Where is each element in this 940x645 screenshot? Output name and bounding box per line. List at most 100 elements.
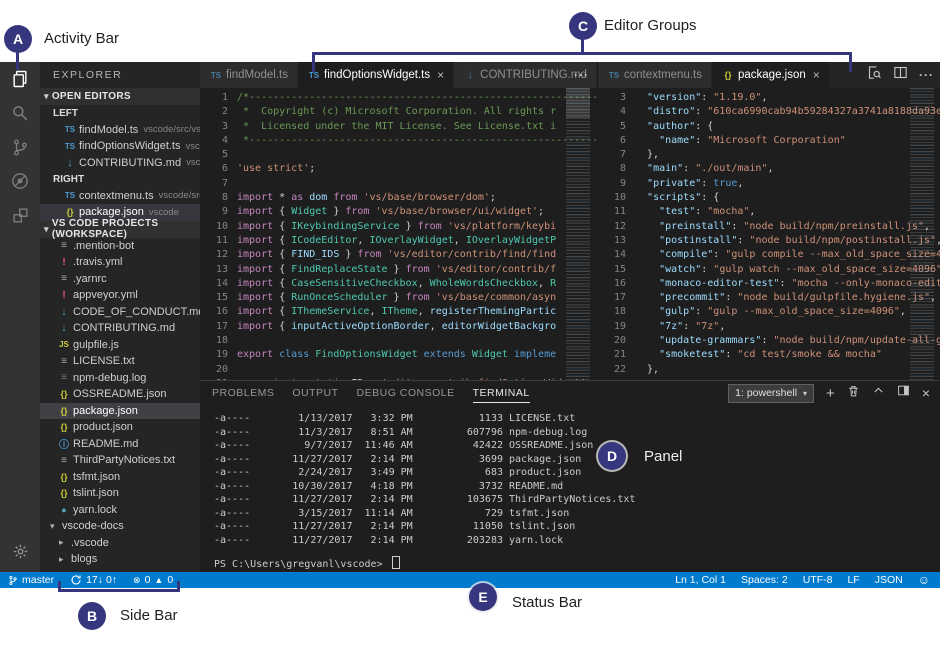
code-line: 22 }, (598, 363, 940, 377)
close-icon[interactable]: × (437, 68, 444, 82)
code-line: 11import { ICodeEditor, IOverlayWidget, … (200, 234, 597, 248)
tree-item[interactable]: !appveyor.yml (40, 287, 200, 304)
code-line: 16 "monaco-editor-test": "mocha --only-m… (598, 277, 940, 291)
editor-tab-package.json[interactable]: {}package.json× (712, 62, 830, 88)
status-item[interactable]: LF (847, 574, 859, 586)
workspace-header[interactable]: ▾ VS CODE PROJECTS (WORKSPACE) (40, 221, 200, 238)
close-icon[interactable]: × (813, 68, 820, 82)
tree-item[interactable]: ≡npm-debug.log (40, 370, 200, 387)
code-line: 9 "private": true, (598, 177, 940, 191)
tree-item[interactable]: {}OSSREADME.json (40, 386, 200, 403)
status-item[interactable]: JSON (875, 574, 903, 586)
chevron-right-icon: ▸ (59, 554, 70, 565)
minimap-slider[interactable] (566, 88, 590, 118)
new-terminal-icon[interactable]: + (826, 386, 835, 401)
tree-item[interactable]: ▸.vscode (40, 535, 200, 552)
tree-item[interactable]: ≡LICENSE.txt (40, 353, 200, 370)
annotation-c-stem (581, 39, 584, 53)
extensions-icon[interactable] (0, 198, 40, 232)
status-bar: master 17↓ 0↑ ⊗ 0 ▲ 0 Ln 1, Col 1 Spaces:… (0, 572, 940, 588)
explorer-icon[interactable] (0, 62, 40, 96)
editor-tab-findOptionsWidget.ts[interactable]: TSfindOptionsWidget.ts× (298, 62, 454, 88)
status-item[interactable]: UTF-8 (803, 574, 833, 586)
open-editor-item[interactable]: TSfindOptionsWidget.tsvsco... (40, 138, 200, 155)
tree-item[interactable]: ↓CODE_OF_CONDUCT.md (40, 304, 200, 321)
problems-indicator[interactable]: ⊗ 0 ▲ 0 (133, 574, 173, 586)
more-actions-icon[interactable]: ··· (919, 68, 934, 82)
settings-gear-icon[interactable] (0, 543, 40, 560)
ts-file-icon: TS (607, 71, 621, 80)
tree-item[interactable]: {}package.json (40, 403, 200, 420)
status-item[interactable]: Spaces: 2 (741, 574, 788, 586)
code-line: 6 "name": "Microsoft Corporation" (598, 134, 940, 148)
maximize-panel-chevron-icon[interactable] (872, 384, 885, 402)
sync-icon (70, 574, 82, 586)
tree-item[interactable]: ↓CONTRIBUTING.md (40, 320, 200, 337)
tree-item[interactable]: ▸blogs (40, 551, 200, 568)
tree-item[interactable]: {}tslint.json (40, 485, 200, 502)
bang-file-icon: ! (56, 257, 72, 268)
source-control-icon[interactable] (0, 130, 40, 164)
ts-file-icon: TS (62, 125, 78, 134)
open-editor-item[interactable]: ↓CONTRIBUTING.mdvscode (40, 155, 200, 172)
code-line: 3 "version": "1.19.0", (598, 91, 940, 105)
status-item[interactable]: Ln 1, Col 1 (675, 574, 726, 586)
json-file-icon: {} (56, 389, 72, 399)
kill-terminal-trash-icon[interactable] (847, 384, 860, 403)
editor-tab-contextmenu.ts[interactable]: TScontextmenu.ts (598, 62, 712, 88)
code-line: 17 "precommit": "node build/gulpfile.hyg… (598, 291, 940, 305)
annotation-e-label: Status Bar (512, 594, 582, 611)
panel: PROBLEMS OUTPUT DEBUG CONSOLE TERMINAL 1: p… (200, 380, 940, 572)
tree-item[interactable]: JSgulpfile.js (40, 337, 200, 354)
open-preview-icon[interactable] (867, 65, 882, 85)
ts-file-icon: TS (62, 191, 78, 200)
close-panel-icon[interactable]: × (922, 386, 930, 400)
panel-layout-icon[interactable] (897, 384, 910, 402)
annotation-c-bracket (312, 52, 852, 55)
editor-left[interactable]: 1/*-------------------------------------… (200, 88, 597, 383)
tree-item[interactable]: ⓘREADME.md (40, 436, 200, 453)
editor-and-panel-area: TSfindModel.tsTSfindOptionsWidget.ts×↓CO… (200, 62, 940, 572)
code-line: 13import { FindReplaceState } from 'vs/e… (200, 263, 597, 277)
search-icon[interactable] (0, 96, 40, 130)
split-editor-icon[interactable] (893, 65, 908, 85)
minimap[interactable] (910, 88, 934, 383)
code-line: 20 "update-grammars": "node build/npm/up… (598, 334, 940, 348)
tree-item[interactable]: ▾vscode-docs (40, 518, 200, 535)
minimap[interactable] (566, 88, 590, 383)
code-line: 19 "7z": "7z", (598, 320, 940, 334)
code-line: 12import { FIND_IDS } from 'vs/editor/co… (200, 248, 597, 262)
tree-item[interactable]: {}tsfmt.json (40, 469, 200, 486)
more-actions-icon[interactable]: ··· (574, 62, 589, 88)
panel-tab-output[interactable]: OUTPUT (292, 384, 338, 403)
tree-item[interactable]: !.travis.yml (40, 254, 200, 271)
tree-item[interactable]: ≡.yarnrc (40, 271, 200, 288)
terminal[interactable]: -a---- 1/13/2017 3:32 PM 1133 LICENSE.tx… (200, 405, 940, 572)
tree-item[interactable]: ●yarn.lock (40, 502, 200, 519)
panel-tab-problems[interactable]: PROBLEMS (212, 384, 274, 403)
terminal-picker[interactable]: 1: powershell ▾ (728, 384, 814, 403)
open-editors-list: LEFTTSfindModel.tsvscode/src/vs/...TSfin… (40, 105, 200, 221)
code-line: 17import { inputActiveOptionBorder, edit… (200, 320, 597, 334)
error-icon: ⊗ (133, 575, 141, 586)
open-editor-item[interactable]: TScontextmenu.tsvscode/src/... (40, 188, 200, 205)
debug-icon[interactable] (0, 164, 40, 198)
open-editor-item[interactable]: TSfindModel.tsvscode/src/vs/... (40, 122, 200, 139)
sync-indicator[interactable]: 17↓ 0↑ (70, 574, 117, 586)
code-line: 11 "test": "mocha", (598, 205, 940, 219)
feedback-smiley-icon[interactable]: ☺ (918, 573, 930, 587)
terminal-line: -a---- 2/24/2017 3:49 PM 683 product.jso… (214, 466, 940, 480)
tree-item[interactable]: ≡ThirdPartyNotices.txt (40, 452, 200, 469)
screenshot: EXPLORER ▾ OPEN EDITORS LEFTTSfindModel.… (0, 0, 940, 645)
panel-tab-terminal[interactable]: TERMINAL (473, 384, 530, 403)
open-editors-header[interactable]: ▾ OPEN EDITORS (40, 88, 200, 105)
md-file-icon: ↓ (56, 322, 72, 334)
json-file-icon: {} (56, 422, 72, 432)
panel-tab-debug-console[interactable]: DEBUG CONSOLE (357, 384, 455, 403)
editor-tab-findModel.ts[interactable]: TSfindModel.ts (200, 62, 298, 88)
editor-right[interactable]: 3 "version": "1.19.0",4 "distro": "610ca… (598, 88, 940, 383)
activity-bar (0, 62, 40, 572)
git-branch-indicator[interactable]: master (8, 574, 54, 587)
tree-item[interactable]: {}product.json (40, 419, 200, 436)
panel-tab-bar: PROBLEMS OUTPUT DEBUG CONSOLE TERMINAL 1: p… (200, 381, 940, 405)
